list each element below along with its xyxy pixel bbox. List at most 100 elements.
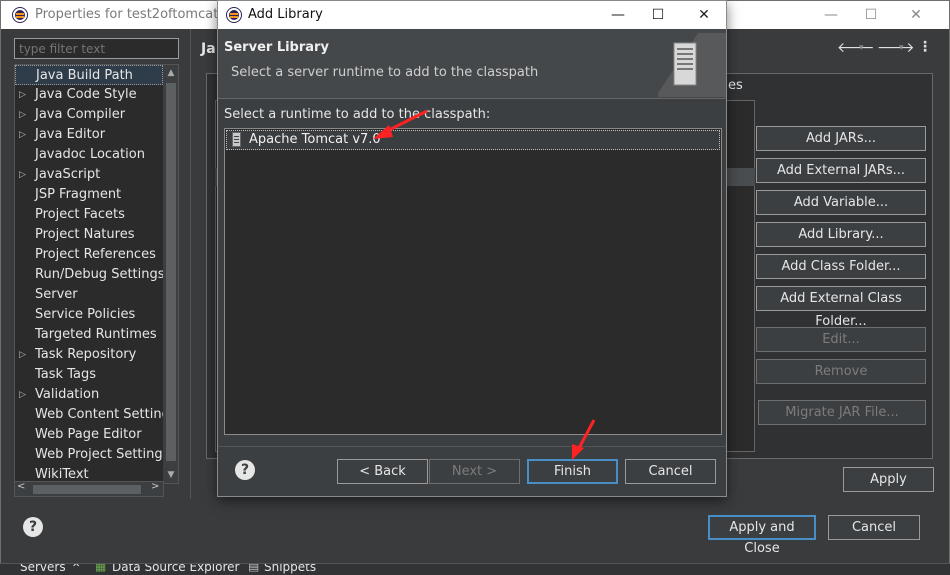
expand-arrow-icon[interactable]: ▷: [19, 165, 26, 185]
runtime-list-label: Select a runtime to add to the classpath…: [224, 107, 491, 122]
add-library-titlebar[interactable]: Add Library — ☐ ✕: [218, 1, 726, 29]
tree-item[interactable]: ▷ Validation: [15, 385, 163, 405]
wizard-description: Select a server runtime to add to the cl…: [231, 65, 539, 80]
properties-title: Properties for test2oftomcat: [35, 7, 219, 22]
add-variable-button[interactable]: Add Variable...: [756, 190, 926, 215]
forward-dropdown-icon[interactable]: ▾: [899, 43, 904, 53]
tree-item[interactable]: Project References: [15, 245, 163, 265]
expand-arrow-icon[interactable]: ▷: [19, 125, 26, 145]
tab-snippets[interactable]: Snippets: [264, 564, 316, 574]
tree-item[interactable]: Java Build Path: [15, 65, 163, 85]
divider: [218, 446, 726, 447]
apply-button[interactable]: Apply: [843, 467, 934, 492]
tree-item-label: Run/Debug Settings: [35, 267, 165, 282]
tree-item[interactable]: Web Project Settings: [15, 445, 169, 465]
eclipse-icon: [13, 8, 27, 22]
minimize-icon[interactable]: —: [811, 1, 851, 29]
scroll-up-icon[interactable]: ▲: [163, 65, 178, 81]
dialog-cancel-button[interactable]: Cancel: [625, 459, 716, 484]
close-tab-icon[interactable]: ✕: [72, 564, 80, 570]
eclipse-icon: [227, 8, 241, 22]
next-button[interactable]: Next >: [429, 459, 520, 484]
help-icon[interactable]: ?: [23, 517, 43, 537]
annotation-arrow-icon: [373, 109, 428, 139]
close-icon[interactable]: ✕: [684, 1, 724, 29]
apply-and-close-button[interactable]: Apply and Close: [708, 515, 816, 556]
tab-data-source-explorer[interactable]: Data Source Explorer: [112, 564, 239, 574]
expand-arrow-icon[interactable]: ▷: [19, 385, 26, 405]
tree-item-label: Project Facets: [35, 207, 125, 222]
tree-item-label: Java Code Style: [35, 87, 137, 102]
remove-button[interactable]: Remove: [756, 359, 926, 384]
minimize-icon[interactable]: —: [598, 1, 638, 29]
tree-item[interactable]: JSP Fragment: [15, 185, 163, 205]
migrate-jar-button[interactable]: Migrate JAR File...: [758, 400, 926, 425]
annotation-arrow-icon: [572, 419, 596, 460]
tree-item[interactable]: ▷ Task Repository: [15, 345, 163, 365]
cancel-button[interactable]: Cancel: [828, 515, 920, 540]
scroll-down-icon[interactable]: ▼: [163, 467, 178, 483]
tree-item-label: Javadoc Location: [35, 147, 145, 162]
tab-libraries-fragment[interactable]: es: [728, 78, 743, 93]
tree-item-label: Java Build Path: [36, 68, 133, 83]
server-icon: [232, 132, 241, 147]
tree-item[interactable]: Javadoc Location: [15, 145, 163, 165]
add-class-folder-button[interactable]: Add Class Folder...: [756, 254, 926, 279]
scroll-thumb[interactable]: [166, 83, 176, 461]
tree-item-label: Web Content Settings: [35, 407, 177, 422]
tree-item-label: Project Natures: [35, 227, 135, 242]
tree-item-label: Java Compiler: [35, 107, 126, 122]
maximize-icon[interactable]: ☐: [638, 1, 678, 29]
add-external-class-folder-button[interactable]: Add External Class Folder...: [756, 286, 926, 329]
tree-item[interactable]: Server: [15, 285, 163, 305]
add-library-button[interactable]: Add Library...: [756, 222, 926, 247]
expand-arrow-icon[interactable]: ▷: [19, 345, 26, 365]
tree-item-label: Validation: [35, 387, 100, 402]
bottom-views-bar: Servers ✕ ▦ Data Source Explorer ▤ Snipp…: [0, 563, 950, 575]
tree-item[interactable]: Project Facets: [15, 205, 163, 225]
tree-item[interactable]: Task Tags: [15, 365, 163, 385]
tree-item[interactable]: ▷ Java Code Style: [15, 85, 163, 105]
tree-item[interactable]: ▷ Java Compiler: [15, 105, 163, 125]
tree-item-label: Web Project Settings: [35, 447, 170, 462]
help-icon[interactable]: ?: [235, 460, 255, 480]
tree-item-label: JavaScript: [35, 167, 101, 182]
scroll-right-icon[interactable]: >: [151, 481, 159, 492]
tree-item[interactable]: Web Content Settings: [15, 405, 177, 425]
hscroll-thumb[interactable]: [33, 485, 141, 494]
runtime-list[interactable]: Apache Tomcat v7.0: [224, 128, 722, 435]
forward-arrow-icon[interactable]: 🡒: [877, 39, 915, 56]
back-dropdown-icon[interactable]: ▾: [859, 43, 864, 53]
tree-horizontal-scrollbar[interactable]: < >: [14, 481, 164, 497]
tree-item[interactable]: ▷ Java Editor: [15, 125, 163, 145]
edit-button[interactable]: Edit...: [756, 327, 926, 352]
maximize-icon[interactable]: ☐: [851, 1, 891, 29]
expand-arrow-icon[interactable]: ▷: [19, 85, 26, 105]
tree-item[interactable]: ▷ JavaScript: [15, 165, 163, 185]
tree-vertical-scrollbar[interactable]: ▲ ▼: [163, 65, 178, 483]
add-jars-button[interactable]: Add JARs...: [756, 126, 926, 151]
splitter-sash[interactable]: [190, 29, 191, 499]
properties-tree[interactable]: Java Build Path ▷ Java Code Style ▷ Java Com…: [14, 64, 179, 484]
list-item[interactable]: Apache Tomcat v7.0: [226, 130, 720, 150]
tree-item[interactable]: Project Natures: [15, 225, 163, 245]
tree-item-label: Project References: [35, 247, 156, 262]
tree-item-label: Web Page Editor: [35, 427, 142, 442]
page-title: Ja: [201, 41, 216, 57]
expand-arrow-icon[interactable]: ▷: [19, 105, 26, 125]
tree-item[interactable]: Targeted Runtimes: [15, 325, 163, 345]
close-icon[interactable]: ✕: [896, 1, 936, 29]
tab-servers[interactable]: Servers: [20, 564, 66, 574]
tree-item[interactable]: Run/Debug Settings: [15, 265, 165, 285]
server-banner-icon: [658, 33, 726, 97]
back-button[interactable]: < Back: [337, 459, 428, 484]
tree-item[interactable]: Service Policies: [15, 305, 163, 325]
tree-item[interactable]: Web Page Editor: [15, 425, 163, 445]
view-menu-icon[interactable]: ⋮: [918, 39, 932, 55]
tree-item-label: Server: [35, 287, 78, 302]
back-arrow-icon[interactable]: 🡐: [837, 39, 875, 56]
scroll-left-icon[interactable]: <: [17, 481, 25, 492]
tree-item-label: JSP Fragment: [35, 187, 122, 202]
filter-input[interactable]: [14, 38, 179, 59]
add-external-jars-button[interactable]: Add External JARs...: [756, 158, 926, 183]
